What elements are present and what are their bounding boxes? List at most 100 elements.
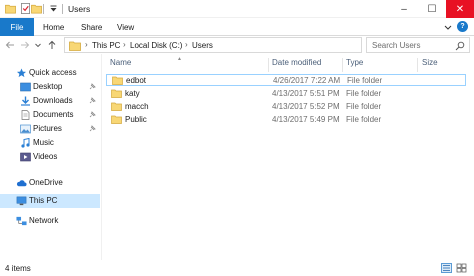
arrow-left-icon <box>5 41 14 49</box>
nav-pictures[interactable]: Pictures <box>0 122 100 136</box>
cloud-icon <box>16 180 27 187</box>
column-separator[interactable] <box>417 58 418 72</box>
nav-label: This PC <box>29 196 58 205</box>
folder-icon <box>69 41 81 51</box>
minimize-button[interactable]: – <box>390 0 418 18</box>
folder-icon <box>111 89 122 98</box>
back-button[interactable] <box>4 39 16 51</box>
column-header-name[interactable]: Name <box>110 58 131 72</box>
pin-icon[interactable] <box>88 97 96 105</box>
breadcrumb-separator[interactable]: › <box>185 40 188 49</box>
file-name: edbot <box>126 76 147 85</box>
breadcrumb-users[interactable]: Users <box>192 41 213 50</box>
large-icons-view-icon[interactable] <box>456 263 467 273</box>
desktop-icon <box>20 82 31 92</box>
search-input[interactable]: Search Users <box>366 37 470 53</box>
nav-documents[interactable]: Documents <box>0 108 100 122</box>
breadcrumb-separator[interactable]: › <box>123 40 126 49</box>
navigation-pane: Quick access Desktop Downloads Documents… <box>0 58 100 260</box>
maximize-button[interactable]: ☐ <box>418 0 446 18</box>
recent-locations-button[interactable] <box>33 39 42 51</box>
help-icon[interactable]: ? <box>457 21 468 32</box>
document-icon <box>21 110 30 120</box>
tab-home[interactable]: Home <box>43 18 64 36</box>
arrow-right-icon <box>21 41 30 49</box>
item-count: 4 items <box>5 264 31 273</box>
properties-icon[interactable] <box>20 3 31 14</box>
nav-label: Music <box>33 138 54 147</box>
tab-file[interactable]: File <box>0 18 34 36</box>
window-title: Users <box>68 4 91 14</box>
column-header-date[interactable]: Date modified <box>272 58 321 72</box>
sort-caret-icon: ▲ <box>177 56 182 62</box>
up-button[interactable] <box>46 39 58 51</box>
details-view-icon <box>443 265 450 271</box>
nav-label: Desktop <box>33 82 63 91</box>
file-date: 4/13/2017 5:52 PM <box>272 102 340 111</box>
ribbon-tabs: File Home Share View ? <box>0 18 474 36</box>
pin-icon[interactable] <box>88 83 96 91</box>
title-separator <box>43 4 44 14</box>
status-bar: 4 items <box>0 260 474 276</box>
column-header-size[interactable]: Size <box>422 58 438 72</box>
video-icon <box>20 152 31 162</box>
star-icon <box>16 68 27 78</box>
nav-label: Documents <box>33 110 74 119</box>
column-header-type[interactable]: Type <box>346 58 363 72</box>
tab-view[interactable]: View <box>117 18 134 36</box>
file-list: ▲ Name Date modified Type Size edbot 4/2… <box>106 56 468 256</box>
file-date: 4/13/2017 5:49 PM <box>272 115 340 124</box>
nav-music[interactable]: Music <box>0 136 100 150</box>
table-row[interactable]: Public 4/13/2017 5:49 PM File folder <box>106 114 466 126</box>
table-row[interactable]: edbot 4/26/2017 7:22 AM File folder <box>106 74 466 86</box>
table-row[interactable]: katy 4/13/2017 5:51 PM File folder <box>106 88 466 100</box>
file-name: macch <box>125 102 149 111</box>
customize-toolbar-icon[interactable] <box>49 3 58 14</box>
nav-desktop[interactable]: Desktop <box>0 80 100 94</box>
pin-icon[interactable] <box>88 111 96 119</box>
title-separator <box>62 4 63 14</box>
breadcrumb-separator[interactable]: › <box>85 40 88 49</box>
breadcrumb-this-pc[interactable]: This PC <box>92 41 120 50</box>
pane-divider[interactable] <box>101 54 102 260</box>
folder-icon <box>111 115 122 124</box>
new-folder-icon[interactable] <box>31 3 42 14</box>
tab-share[interactable]: Share <box>81 18 102 36</box>
expand-ribbon-icon[interactable] <box>443 22 453 32</box>
column-separator[interactable] <box>268 58 269 72</box>
nav-downloads[interactable]: Downloads <box>0 94 100 108</box>
folder-icon <box>111 102 122 111</box>
nav-label: Pictures <box>33 124 62 133</box>
address-bar[interactable]: › This PC › Local Disk (C:) › Users <box>64 37 425 53</box>
chevron-down-icon <box>34 43 41 48</box>
nav-label: Quick access <box>29 68 77 77</box>
nav-label: Downloads <box>33 96 73 105</box>
breadcrumb-local-disk[interactable]: Local Disk (C:) <box>130 41 182 50</box>
chevron-right-icon[interactable] <box>5 67 16 77</box>
nav-label: OneDrive <box>29 178 63 187</box>
nav-label: Network <box>29 216 59 225</box>
nav-onedrive[interactable]: OneDrive <box>0 176 100 190</box>
table-row[interactable]: macch 4/13/2017 5:52 PM File folder <box>106 101 466 113</box>
nav-this-pc[interactable]: This PC <box>0 194 100 208</box>
details-view-button[interactable] <box>441 263 452 273</box>
folder-icon <box>5 4 16 14</box>
file-name: katy <box>125 89 140 98</box>
music-icon <box>21 138 30 148</box>
nav-network[interactable]: Network <box>0 214 100 228</box>
file-type: File folder <box>347 76 383 85</box>
close-button[interactable]: ✕ <box>446 0 474 18</box>
file-type: File folder <box>346 115 382 124</box>
nav-label: Videos <box>33 152 58 161</box>
network-icon <box>16 216 27 226</box>
nav-quick-access[interactable]: Quick access <box>0 66 100 80</box>
pin-icon[interactable] <box>88 125 96 133</box>
nav-videos[interactable]: Videos <box>0 150 100 164</box>
column-separator[interactable] <box>342 58 343 72</box>
file-type: File folder <box>346 102 382 111</box>
file-date: 4/13/2017 5:51 PM <box>272 89 340 98</box>
arrow-up-icon <box>48 40 56 49</box>
file-name: Public <box>125 115 147 124</box>
forward-button[interactable] <box>19 39 31 51</box>
pictures-icon <box>20 124 31 134</box>
